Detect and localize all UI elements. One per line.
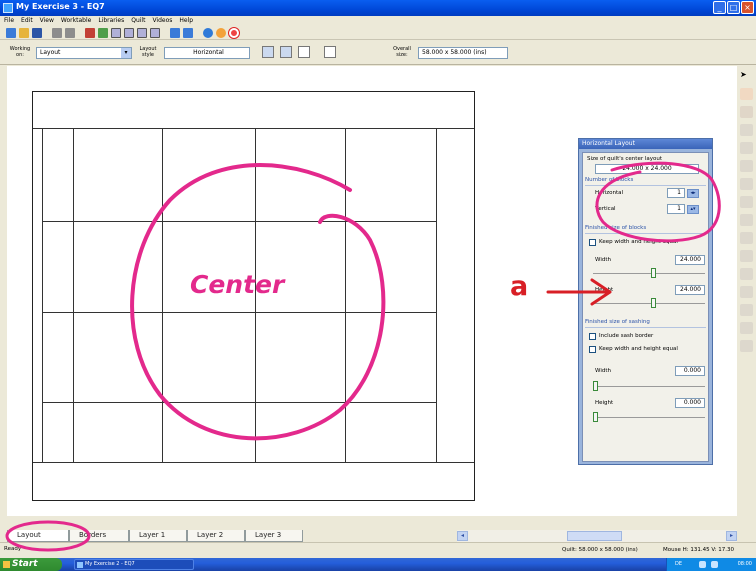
- a-annotation: a: [510, 271, 529, 302]
- layout-tab-highlight: [5, 520, 91, 552]
- annotation-overlay: [5, 161, 721, 552]
- size-highlight-ellipse: [595, 161, 721, 243]
- center-highlight-circle: [130, 163, 386, 441]
- arrow-a: [546, 278, 612, 306]
- center-annotation: Center: [190, 270, 285, 299]
